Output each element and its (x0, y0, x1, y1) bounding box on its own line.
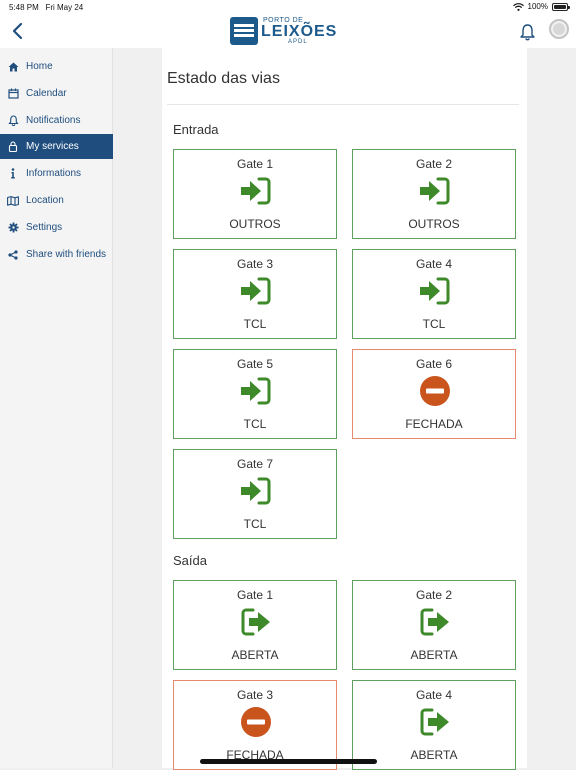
gate-status: ABERTA (231, 648, 279, 662)
page-title: Estado das vias (167, 70, 280, 87)
status-right: 100% (512, 2, 570, 11)
gear-icon (0, 222, 26, 233)
share-icon (0, 249, 26, 260)
sidebar-item-label: Settings (26, 222, 63, 233)
home-indicator (200, 759, 377, 764)
sidebar-item-settings[interactable]: Settings (0, 215, 113, 240)
gate-status: TCL (243, 517, 267, 531)
section-heading-saida: Saída (173, 553, 207, 568)
no-entry-icon (238, 707, 274, 737)
gate-status: TCL (243, 417, 267, 431)
gate-name: Gate 5 (236, 357, 274, 371)
map-icon (0, 195, 26, 206)
sidebar-item-label: Share with friends (26, 249, 107, 260)
gate-card[interactable]: Gate 7 TCL (173, 449, 337, 539)
gate-card[interactable]: Gate 4 TCL (352, 249, 516, 339)
battery-percent: 100% (527, 2, 548, 11)
gate-name: Gate 1 (236, 588, 274, 602)
time-text: 5:48 PM (9, 3, 39, 12)
sidebar-item-label: My services (26, 141, 79, 152)
back-chevron-icon[interactable] (10, 21, 28, 41)
sign-in-icon (417, 276, 453, 306)
gate-status: OUTROS (408, 217, 460, 231)
sign-in-icon (238, 276, 274, 306)
sign-out-icon (417, 707, 453, 737)
sidebar-item-location[interactable]: Location (0, 188, 113, 213)
sidebar-item-home[interactable]: Home (0, 54, 113, 79)
gate-status: ABERTA (410, 648, 458, 662)
sidebar-item-label: Calendar (26, 88, 67, 99)
gate-name: Gate 3 (236, 257, 274, 271)
gate-card[interactable]: Gate 3 FECHADA (173, 680, 337, 770)
bell-icon (0, 115, 26, 126)
sign-in-icon (238, 376, 274, 406)
sidebar-item-label: Informations (26, 168, 82, 179)
gate-name: Gate 4 (415, 257, 453, 271)
sidebar-item-label: Notifications (26, 115, 81, 126)
logo-line3: APDL (288, 39, 308, 45)
status-bar: 5:48 PM Fri May 24 100% (0, 0, 576, 14)
gate-status: ABERTA (410, 748, 458, 762)
logo-mark (230, 17, 258, 45)
app-header: PORTO DE LEIXÕES APDL (0, 14, 576, 48)
sign-out-icon (238, 607, 274, 637)
no-entry-icon (417, 376, 453, 406)
gate-card[interactable]: Gate 4 ABERTA (352, 680, 516, 770)
main-content: Estado das vias Entrada Gate 1 OUTROS Ga… (162, 48, 527, 770)
battery-icon (552, 2, 570, 11)
bell-icon[interactable] (519, 23, 536, 41)
gate-card[interactable]: Gate 2 ABERTA (352, 580, 516, 670)
sidebar-item-informations[interactable]: Informations (0, 161, 113, 186)
title-divider (167, 104, 519, 105)
avatar[interactable] (549, 19, 569, 39)
gate-status: TCL (243, 317, 267, 331)
gate-name: Gate 2 (415, 588, 453, 602)
gate-name: Gate 2 (415, 157, 453, 171)
home-icon (0, 62, 26, 72)
gate-card[interactable]: Gate 1 ABERTA (173, 580, 337, 670)
status-time: 5:48 PM Fri May 24 (9, 3, 83, 12)
gate-status: FECHADA (405, 417, 463, 431)
calendar-icon (0, 88, 26, 99)
gate-name: Gate 7 (236, 457, 274, 471)
gate-status: TCL (422, 317, 446, 331)
sidebar-item-notifications[interactable]: Notifications (0, 108, 113, 133)
sidebar: Home Calendar Notifications My services … (0, 48, 113, 768)
gate-card[interactable]: Gate 5 TCL (173, 349, 337, 439)
gate-status: OUTROS (229, 217, 281, 231)
gate-card[interactable]: Gate 6 FECHADA (352, 349, 516, 439)
sidebar-item-share[interactable]: Share with friends (0, 242, 113, 267)
gate-name: Gate 1 (236, 157, 274, 171)
gate-name: Gate 3 (236, 688, 274, 702)
sidebar-item-calendar[interactable]: Calendar (0, 81, 113, 106)
sign-in-icon (417, 176, 453, 206)
gate-card[interactable]: Gate 1 OUTROS (173, 149, 337, 239)
gate-name: Gate 4 (415, 688, 453, 702)
lock-icon (0, 141, 26, 152)
wifi-icon (512, 2, 524, 11)
gate-card[interactable]: Gate 3 TCL (173, 249, 337, 339)
section-heading-entrada: Entrada (173, 122, 219, 137)
gate-name: Gate 6 (415, 357, 453, 371)
sidebar-item-my-services[interactable]: My services (0, 134, 113, 159)
sign-in-icon (238, 476, 274, 506)
sidebar-item-label: Home (26, 61, 53, 72)
sign-out-icon (417, 607, 453, 637)
info-icon (0, 168, 26, 179)
app-logo: PORTO DE LEIXÕES APDL (230, 16, 348, 46)
sign-in-icon (238, 176, 274, 206)
sidebar-item-label: Location (26, 195, 64, 206)
gate-card[interactable]: Gate 2 OUTROS (352, 149, 516, 239)
date-text: Fri May 24 (45, 3, 84, 12)
